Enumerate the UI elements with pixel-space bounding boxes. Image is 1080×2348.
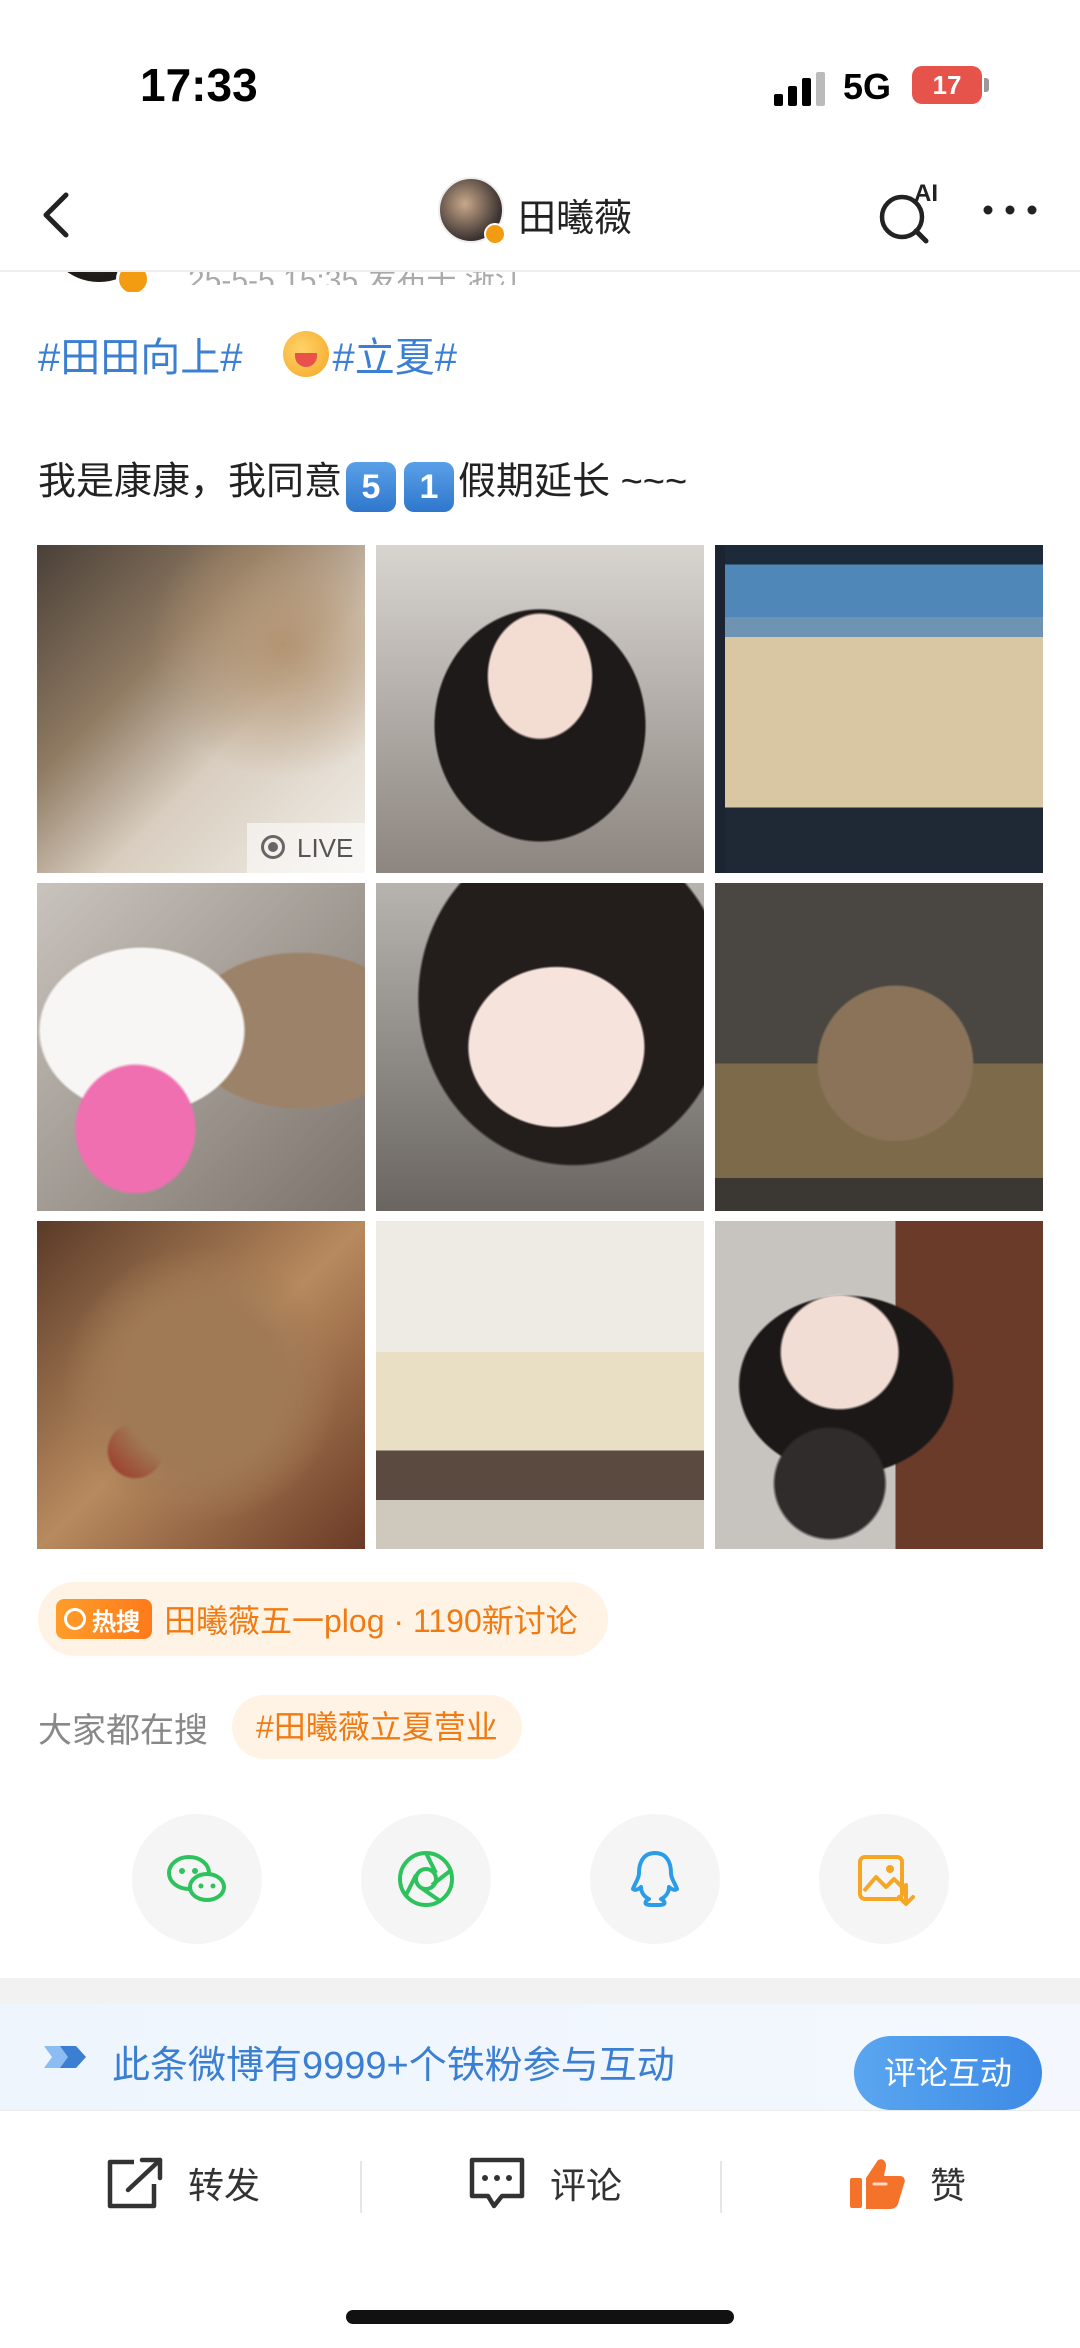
keycap-1-icon: 1 xyxy=(404,462,455,512)
status-bar: 17:33 5G 17 xyxy=(0,0,1080,165)
content-suffix: 假期延长 ~~~ xyxy=(458,461,688,503)
content-prefix: 我是康康，我同意 xyxy=(38,461,343,503)
everyone-search-row: 大家都在搜 #田曦薇立夏营业 xyxy=(38,1695,522,1759)
action-separator xyxy=(360,2161,362,2213)
share-wechat-button[interactable] xyxy=(132,1814,262,1944)
repost-button[interactable]: 转发 xyxy=(104,2153,260,2213)
photo-food-dish[interactable] xyxy=(37,1221,365,1549)
photo-girl-fan[interactable] xyxy=(715,1221,1043,1549)
ai-label: AI xyxy=(914,180,938,207)
network-type: 5G xyxy=(843,66,892,107)
hot-search-text: 田曦薇五一plog · 1190新讨论 xyxy=(164,1603,578,1639)
battery-indicator: 17 xyxy=(912,66,989,104)
qq-icon xyxy=(631,1851,679,1907)
save-image-icon xyxy=(858,1855,915,1906)
repost-label: 转发 xyxy=(188,2165,261,2206)
more-icon[interactable] xyxy=(980,195,1040,225)
photo-window-lake[interactable] xyxy=(715,545,1043,873)
everyone-search-chip[interactable]: #田曦薇立夏营业 xyxy=(232,1695,522,1759)
nav-divider xyxy=(0,270,1080,272)
nav-avatar[interactable] xyxy=(438,177,506,245)
repost-icon xyxy=(107,2157,163,2209)
photo-girl-lying-sofa[interactable] xyxy=(376,1221,704,1549)
like-thumb-icon xyxy=(850,2159,905,2209)
signal-icon xyxy=(774,72,826,106)
comment-button[interactable]: 评论 xyxy=(466,2153,622,2213)
wechat-icon xyxy=(167,1855,226,1902)
hot-search-pill[interactable]: 热搜 田曦薇五一plog · 1190新讨论 xyxy=(38,1582,608,1656)
photo-girl-surprised[interactable] xyxy=(376,883,704,1211)
home-indicator[interactable] xyxy=(346,2310,734,2324)
photo-grid: LIVE xyxy=(37,545,1043,1549)
status-time: 17:33 xyxy=(140,59,258,111)
comment-interact-button[interactable]: 评论互动 xyxy=(854,2036,1042,2110)
moments-icon xyxy=(398,1851,454,1907)
fans-banner-text: 此条微博有9999+个铁粉参与互动 xyxy=(112,2045,675,2087)
fans-badge-icon xyxy=(44,2046,86,2068)
top-nav: 田曦薇 AI xyxy=(0,165,1080,270)
photo-hello-kitty-cat[interactable] xyxy=(37,883,365,1211)
topic-tag-2[interactable]: #立夏# xyxy=(333,336,458,380)
topic-tag-1[interactable]: #田田向上# xyxy=(38,336,243,380)
live-badge[interactable]: LIVE xyxy=(247,823,365,873)
share-qq-button[interactable] xyxy=(590,1814,720,1944)
back-icon[interactable] xyxy=(28,185,88,245)
hot-search-badge: 热搜 xyxy=(56,1599,152,1639)
post-content: 我是康康，我同意 5 1 假期延长 ~~~ xyxy=(38,450,687,512)
comment-label: 评论 xyxy=(550,2165,623,2206)
hot-badge-label: 热搜 xyxy=(92,1608,140,1636)
verified-badge-icon xyxy=(484,223,506,245)
search-icon xyxy=(64,1608,86,1630)
post-tags: #田田向上# #立夏# xyxy=(38,325,457,383)
like-label: 赞 xyxy=(930,2165,967,2206)
share-moments-button[interactable] xyxy=(361,1814,491,1944)
photo-cat-basket[interactable] xyxy=(715,883,1043,1211)
keycap-5-icon: 5 xyxy=(346,462,397,512)
share-save-image-button[interactable] xyxy=(819,1814,949,1944)
fans-interaction-banner: 此条微博有9999+个铁粉参与互动 评论互动 xyxy=(0,2004,1080,2110)
like-button[interactable]: 赞 xyxy=(846,2153,966,2213)
section-separator xyxy=(0,1978,1080,2004)
heart-eyes-emoji-icon xyxy=(282,331,329,377)
nav-user-name[interactable]: 田曦薇 xyxy=(518,187,632,242)
photo-cat-closeup[interactable]: LIVE xyxy=(37,545,365,873)
comment-icon xyxy=(469,2157,525,2209)
photo-girl-drinking[interactable] xyxy=(376,545,704,873)
everyone-search-label: 大家都在搜 xyxy=(38,1711,208,1750)
action-bar: 转发 评论 赞 xyxy=(0,2110,1080,2260)
ai-search-icon[interactable]: AI xyxy=(874,177,944,247)
action-separator xyxy=(720,2161,722,2213)
